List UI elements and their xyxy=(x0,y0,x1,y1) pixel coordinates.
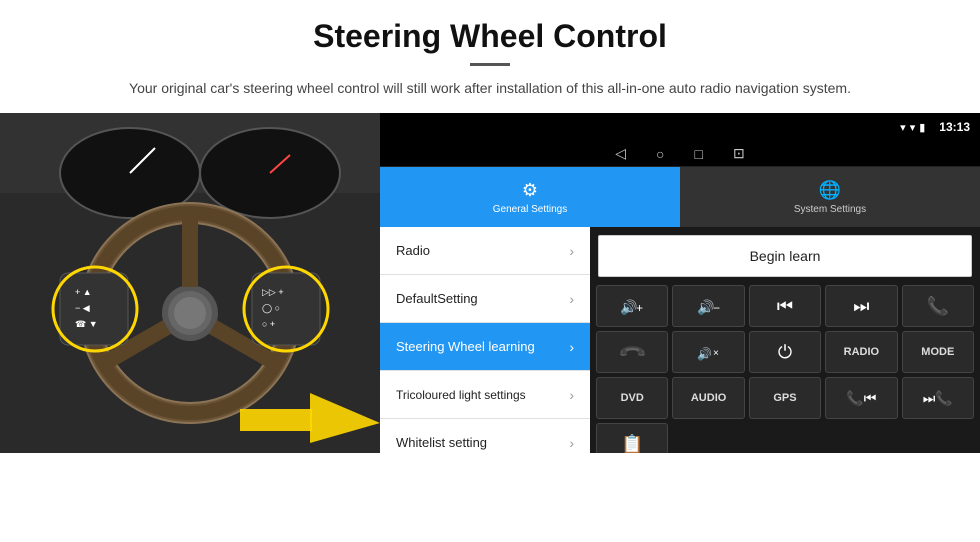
wifi-icon: ▾ xyxy=(900,121,906,134)
menu-item-steering-label: Steering Wheel learning xyxy=(396,339,535,354)
svg-text:◯ ○: ◯ ○ xyxy=(262,303,280,314)
recent-button[interactable]: □ xyxy=(695,146,703,162)
phone-prev-icon: 📞⏮ xyxy=(846,390,876,407)
call-button[interactable]: 📞 xyxy=(902,285,974,327)
svg-text:🔊: 🔊 xyxy=(697,346,712,361)
bottom-section: + ▲ − ◀ ☎ ▼ ▷▷ + ◯ ○ ○ + xyxy=(0,113,980,453)
control-panel: Begin learn 🔊 + 🔊 − xyxy=(590,227,980,453)
menu-item-whitelist[interactable]: Whitelist setting › xyxy=(380,419,590,453)
tab-header: ⚙ General Settings 🌐 System Settings xyxy=(380,167,980,227)
phone-next-button[interactable]: ⏭📞 xyxy=(902,377,974,419)
svg-text:🔊: 🔊 xyxy=(620,298,637,316)
phone-icon: 📞 xyxy=(927,296,949,317)
home-button[interactable]: ○ xyxy=(656,146,664,162)
control-grid: 🔊 + 🔊 − ⏮ ⏭ xyxy=(590,285,980,453)
svg-text:🔊: 🔊 xyxy=(697,298,714,316)
menu-list: Radio › DefaultSetting › Steering Wheel … xyxy=(380,227,590,453)
status-bar: ▾ ▾ ▮ 13:13 xyxy=(380,113,980,141)
list-button[interactable]: 📋 xyxy=(596,423,668,453)
dvd-label: DVD xyxy=(621,392,644,404)
begin-learn-row: Begin learn xyxy=(590,227,980,285)
chevron-icon: › xyxy=(569,291,574,307)
prev-track-icon: ⏮ xyxy=(777,296,793,317)
vol-up-button[interactable]: 🔊 + xyxy=(596,285,668,327)
phone-next-icon: ⏭📞 xyxy=(923,390,953,407)
back-button[interactable]: ◁ xyxy=(615,145,626,162)
svg-text:☎ ▼: ☎ ▼ xyxy=(75,319,98,329)
menu-item-radio[interactable]: Radio › xyxy=(380,227,590,275)
tab-general-label: General Settings xyxy=(493,204,568,215)
audio-label: AUDIO xyxy=(691,392,726,404)
svg-text:+ ▲: + ▲ xyxy=(75,287,92,297)
dvd-button[interactable]: DVD xyxy=(596,377,668,419)
chevron-icon: › xyxy=(569,435,574,451)
svg-text:▷▷ +: ▷▷ + xyxy=(262,287,284,297)
mute-button[interactable]: 🔊 × xyxy=(672,331,744,373)
mode-label: MODE xyxy=(921,346,954,358)
power-button[interactable]: ⏻ xyxy=(749,331,821,373)
menu-item-default[interactable]: DefaultSetting › xyxy=(380,275,590,323)
phone-prev-button[interactable]: 📞⏮ xyxy=(825,377,897,419)
svg-text:○ +: ○ + xyxy=(262,319,275,329)
signal-icon: ▾ xyxy=(910,121,916,134)
menu-item-whitelist-label: Whitelist setting xyxy=(396,435,487,450)
svg-text:−: − xyxy=(713,301,720,315)
radio-label: RADIO xyxy=(844,346,879,358)
chevron-icon: › xyxy=(569,387,574,403)
chevron-icon: › xyxy=(569,339,574,355)
car-image-panel: + ▲ − ◀ ☎ ▼ ▷▷ + ◯ ○ ○ + xyxy=(0,113,380,453)
svg-text:+: + xyxy=(636,301,643,315)
list-icon: 📋 xyxy=(621,434,643,454)
gear-icon: ⚙ xyxy=(522,180,538,201)
end-call-icon: 📞 xyxy=(617,337,648,368)
mute-icon: 🔊 × xyxy=(695,338,723,366)
steering-wheel-svg: + ▲ − ◀ ☎ ▼ ▷▷ + ◯ ○ ○ + xyxy=(0,113,380,453)
vol-down-button[interactable]: 🔊 − xyxy=(672,285,744,327)
android-main: Radio › DefaultSetting › Steering Wheel … xyxy=(380,227,980,453)
menu-item-radio-label: Radio xyxy=(396,243,430,258)
subtitle-text: Your original car's steering wheel contr… xyxy=(80,78,900,99)
gps-button[interactable]: GPS xyxy=(749,377,821,419)
car-background: + ▲ − ◀ ☎ ▼ ▷▷ + ◯ ○ ○ + xyxy=(0,113,380,453)
next-track-button[interactable]: ⏭ xyxy=(825,285,897,327)
menu-item-steering[interactable]: Steering Wheel learning › xyxy=(380,323,590,371)
vol-down-icon: 🔊 − xyxy=(695,292,723,320)
header-section: Steering Wheel Control Your original car… xyxy=(0,0,980,109)
status-icons: ▾ ▾ ▮ xyxy=(900,121,925,134)
audio-button[interactable]: AUDIO xyxy=(672,377,744,419)
gps-label: GPS xyxy=(773,392,796,404)
page-title: Steering Wheel Control xyxy=(40,18,940,55)
svg-text:×: × xyxy=(713,348,719,359)
nav-bar: ◁ ○ □ ⊡ xyxy=(380,141,980,167)
menu-item-tricoloured[interactable]: Tricoloured light settings › xyxy=(380,371,590,419)
next-track-icon: ⏭ xyxy=(853,296,869,317)
menu-item-tricoloured-label: Tricoloured light settings xyxy=(396,388,526,402)
tab-general[interactable]: ⚙ General Settings xyxy=(380,167,680,227)
globe-icon: 🌐 xyxy=(819,180,841,201)
mode-button[interactable]: MODE xyxy=(902,331,974,373)
tab-system-label: System Settings xyxy=(794,204,866,215)
menu-item-default-label: DefaultSetting xyxy=(396,291,478,306)
screenshot-button[interactable]: ⊡ xyxy=(733,145,745,162)
title-divider xyxy=(470,63,510,66)
power-icon: ⏻ xyxy=(778,342,792,363)
end-call-button[interactable]: 📞 xyxy=(596,331,668,373)
begin-learn-button[interactable]: Begin learn xyxy=(598,235,972,277)
tab-system[interactable]: 🌐 System Settings xyxy=(680,167,980,227)
status-time: 13:13 xyxy=(939,120,970,134)
radio-button[interactable]: RADIO xyxy=(825,331,897,373)
android-panel: ▾ ▾ ▮ 13:13 ◁ ○ □ ⊡ ⚙ General Settings 🌐… xyxy=(380,113,980,453)
battery-icon: ▮ xyxy=(919,121,925,134)
prev-track-button[interactable]: ⏮ xyxy=(749,285,821,327)
chevron-icon: › xyxy=(569,243,574,259)
vol-up-icon: 🔊 + xyxy=(618,292,646,320)
svg-text:− ◀: − ◀ xyxy=(75,303,90,313)
